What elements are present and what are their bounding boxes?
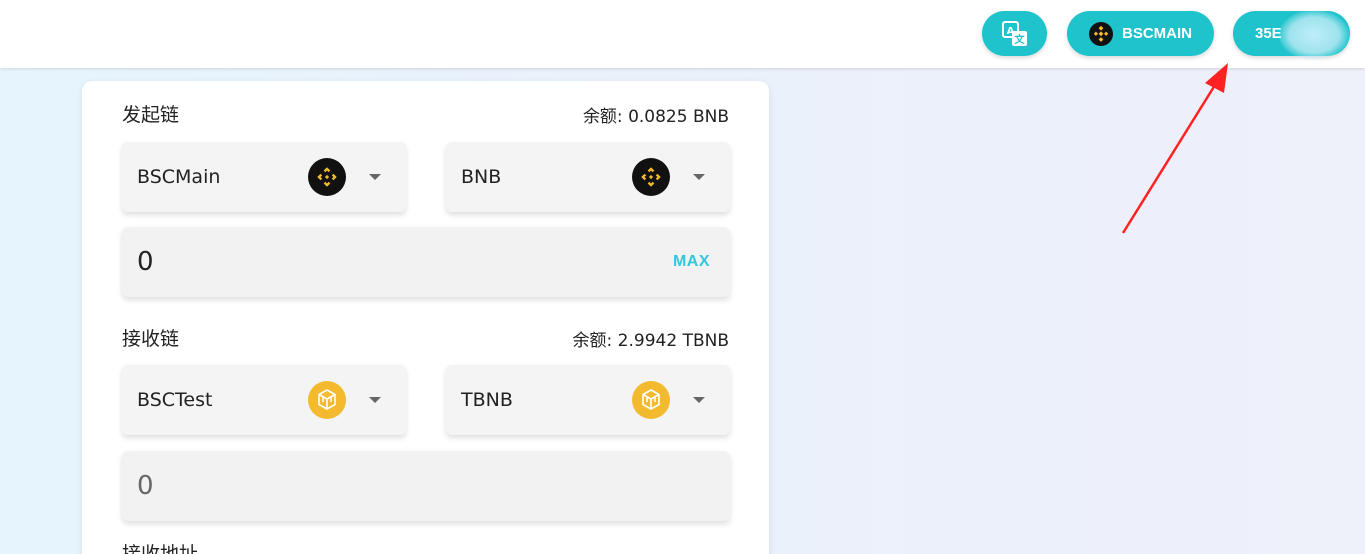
receive-balance: 余额: 2.9942 TBNB (572, 331, 729, 351)
receive-amount-value: 0 (137, 471, 154, 501)
receive-token-value: TBNB (461, 389, 513, 411)
receive-chain-heading: 接收链 (122, 328, 180, 350)
chevron-down-icon (369, 397, 381, 403)
receive-address-heading: 接收地址 (122, 543, 199, 554)
bnb-logo-icon (632, 158, 670, 196)
tbnb-logo-icon (632, 381, 670, 419)
send-chain-value: BSCMain (137, 166, 221, 188)
network-label: BSCMAIN (1122, 25, 1192, 42)
receive-chain-select[interactable]: BSCTest (122, 365, 406, 435)
account-label: 35E (1255, 25, 1282, 42)
annotation-arrow (1121, 63, 1228, 234)
account-redaction (1279, 10, 1349, 60)
chevron-down-icon (693, 397, 705, 403)
bnb-logo-icon (1089, 21, 1113, 46)
language-button[interactable]: A 文 (982, 11, 1047, 56)
send-token-value: BNB (461, 166, 502, 188)
bnb-logo-icon (308, 158, 346, 196)
send-token-select[interactable]: BNB (446, 142, 730, 212)
send-balance: 余额: 0.0825 BNB (582, 107, 729, 127)
send-amount-field[interactable]: 0 MAX (122, 227, 730, 297)
tbnb-logo-icon (308, 381, 346, 419)
svg-text:文: 文 (1014, 33, 1025, 46)
send-chain-select[interactable]: BSCMain (122, 142, 406, 212)
chevron-down-icon (693, 174, 705, 180)
network-button[interactable]: BSCMAIN (1067, 11, 1214, 56)
receive-amount-field[interactable]: 0 (122, 451, 730, 521)
receive-chain-value: BSCTest (137, 389, 213, 411)
chevron-down-icon (369, 174, 381, 180)
bridge-card: 发起链 余额: 0.0825 BNB BSCMain BNB 0 MAX 接收链… (82, 81, 769, 554)
receive-token-select[interactable]: TBNB (446, 365, 730, 435)
send-amount-value: 0 (137, 247, 154, 277)
translate-icon: A 文 (1001, 20, 1027, 46)
max-button[interactable]: MAX (673, 253, 710, 271)
send-chain-heading: 发起链 (122, 104, 180, 126)
